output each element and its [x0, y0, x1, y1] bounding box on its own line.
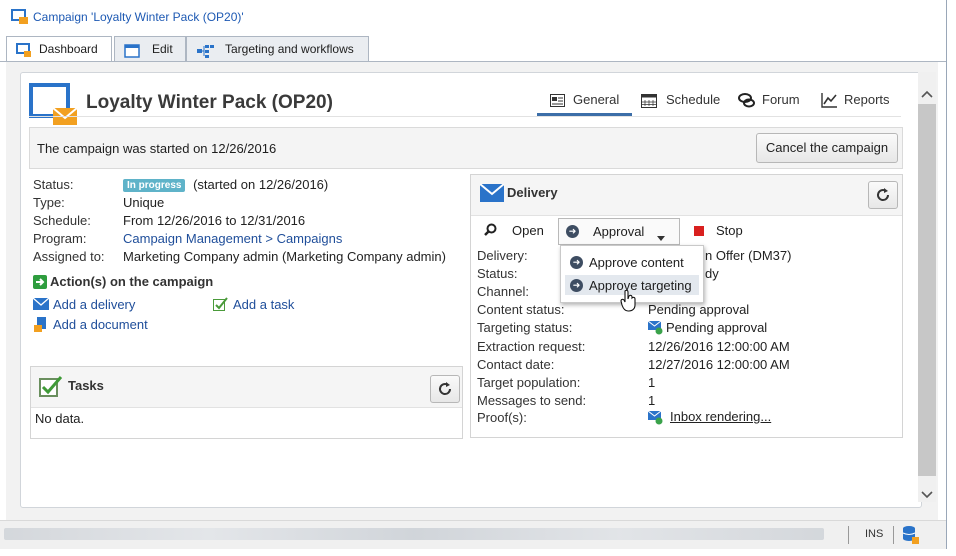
approval-arrow-icon: ➜ — [566, 225, 579, 238]
targeting-status-value: Pending approval — [666, 320, 768, 335]
header-divider — [29, 116, 901, 117]
window-title: Campaign 'Loyalty Winter Pack (OP20)' — [33, 10, 244, 24]
assigned-to-label: Assigned to: — [33, 249, 105, 264]
delivery-value: n Offer (DM37) — [705, 248, 792, 263]
approve-content-arrow-icon: ➜ — [570, 256, 583, 269]
forum-icon — [738, 93, 755, 111]
content-status-label: Content status: — [477, 302, 565, 317]
messages-to-send-value: 1 — [648, 393, 656, 408]
proofs-label: Proof(s): — [477, 410, 527, 425]
type-label: Type: — [33, 195, 65, 210]
campaign-window-icon — [11, 9, 29, 28]
status-bar: INS — [0, 520, 946, 549]
schedule-value: From 12/26/2016 to 12/31/2016 — [123, 213, 306, 228]
scrollbar-thumb[interactable] — [918, 104, 936, 476]
status-label: Status: — [33, 177, 74, 192]
hand-cursor-icon — [620, 289, 638, 315]
tasks-empty-text: No data. — [35, 411, 85, 426]
contact-date-value: 12/27/2016 12:00:00 AM — [648, 357, 790, 372]
campaign-logo-icon — [29, 83, 79, 130]
calendar-icon — [641, 93, 657, 111]
program-link[interactable]: Campaign Management > Campaigns — [123, 231, 342, 246]
tasks-refresh-button[interactable] — [430, 375, 460, 403]
add-delivery-icon — [32, 297, 50, 313]
delivery-label: Delivery: — [477, 248, 528, 263]
assigned-to-value: Marketing Company admin (Marketing Compa… — [123, 249, 446, 264]
action-arrow-icon — [33, 275, 47, 292]
page-title: Loyalty Winter Pack (OP20) — [86, 92, 333, 113]
status-value: dy — [705, 266, 719, 281]
general-nav-icon — [550, 94, 565, 110]
channel-label: Channel: — [477, 284, 530, 299]
tasks-check-icon — [39, 375, 63, 400]
scroll-down-icon[interactable] — [921, 487, 933, 502]
reports-icon — [821, 92, 838, 111]
status-value: In progress (started on 12/26/2016) — [123, 177, 328, 192]
tab-edit-label: Edit — [152, 42, 173, 56]
database-icon — [902, 525, 920, 548]
statusbar-divider — [893, 526, 894, 544]
nav-schedule[interactable]: Schedule — [666, 92, 720, 107]
cancel-campaign-label: Cancel the campaign — [765, 140, 889, 155]
tab-dashboard-label: Dashboard — [39, 42, 98, 56]
delivery-envelope-icon — [479, 183, 505, 205]
add-task-link[interactable]: Add a task — [233, 297, 294, 312]
status-badge: In progress — [123, 179, 186, 192]
campaign-window: Campaign 'Loyalty Winter Pack (OP20)' Da… — [0, 0, 947, 549]
tasks-title: Tasks — [68, 378, 104, 393]
tasks-box — [30, 366, 463, 439]
add-document-link[interactable]: Add a document — [53, 317, 148, 332]
inbox-rendering-link[interactable]: Inbox rendering... — [670, 409, 771, 424]
proof-icon — [647, 410, 664, 428]
chevron-down-icon — [657, 229, 665, 244]
add-task-icon — [213, 297, 228, 314]
contact-date-label: Contact date: — [477, 357, 555, 372]
approval-dropdown[interactable]: ➜ Approval — [558, 218, 680, 245]
stop-button[interactable]: Stop — [716, 223, 743, 238]
campaign-started-message: The campaign was started on 12/26/2016 — [37, 141, 277, 156]
tab-targeting-workflows[interactable]: Targeting and workflows — [186, 36, 369, 61]
targeting-status-icon — [647, 320, 664, 338]
type-value: Unique — [123, 195, 165, 210]
target-population-value: 1 — [648, 375, 656, 390]
content-status-link[interactable]: Pending approval — [648, 302, 749, 317]
refresh-icon — [876, 188, 890, 205]
approve-content-label: Approve content — [589, 255, 684, 270]
nav-general[interactable]: General — [573, 92, 619, 107]
stop-icon[interactable] — [694, 226, 704, 236]
schedule-label: Schedule: — [33, 213, 91, 228]
cancel-campaign-button[interactable]: Cancel the campaign — [756, 133, 898, 163]
scroll-up-icon[interactable] — [921, 86, 933, 101]
status-note: (started on 12/26/2016) — [193, 177, 329, 192]
targeting-status-label: Targeting status: — [477, 320, 573, 335]
delivery-refresh-button[interactable] — [868, 181, 898, 209]
nav-reports[interactable]: Reports — [844, 92, 890, 107]
approve-targeting-arrow-icon: ➜ — [570, 279, 583, 292]
program-label: Program: — [33, 231, 87, 246]
approval-label: Approval — [593, 224, 645, 239]
messages-to-send-label: Messages to send: — [477, 393, 587, 408]
add-document-icon — [34, 317, 49, 335]
delivery-title: Delivery — [507, 185, 558, 200]
extraction-request-value: 12/26/2016 12:00:00 AM — [648, 339, 790, 354]
target-population-label: Target population: — [477, 375, 581, 390]
tab-targeting-label: Targeting and workflows — [225, 42, 354, 56]
menu-approve-content[interactable]: ➜ Approve content — [565, 252, 699, 272]
status-label: Status: — [477, 266, 518, 281]
extraction-request-label: Extraction request: — [477, 339, 586, 354]
refresh-icon — [438, 382, 452, 399]
tab-edit[interactable]: Edit — [114, 36, 186, 61]
title-bar: Campaign 'Loyalty Winter Pack (OP20)' — [0, 0, 946, 32]
statusbar-divider — [848, 526, 849, 544]
nav-forum[interactable]: Forum — [762, 92, 800, 107]
actions-title: Action(s) on the campaign — [50, 274, 214, 289]
add-delivery-link[interactable]: Add a delivery — [53, 297, 135, 312]
open-search-icon[interactable] — [484, 223, 497, 239]
insert-mode-indicator: INS — [865, 528, 884, 540]
campaign-started-bar: The campaign was started on 12/26/2016 C… — [29, 127, 903, 169]
open-button[interactable]: Open — [512, 223, 544, 238]
status-url-text — [4, 528, 824, 540]
tab-dashboard[interactable]: Dashboard — [6, 36, 112, 63]
approve-targeting-label: Approve targeting — [589, 278, 692, 293]
